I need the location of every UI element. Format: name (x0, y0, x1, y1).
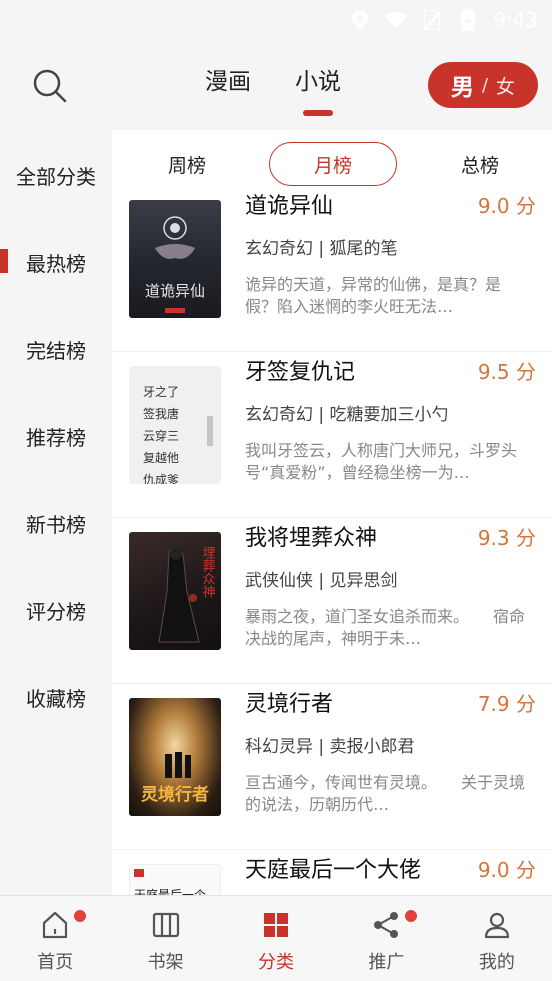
nav-category-label: 分类 (258, 952, 295, 973)
nav-home-label: 首页 (37, 952, 74, 973)
book-meta: 玄幻奇幻 | 吃糖要加三小勺 (245, 405, 449, 425)
sidebar-item-rating[interactable]: 评分榜 (0, 585, 112, 635)
book-cover: 灵境行者 (129, 698, 221, 816)
book-score: 7.9 分 (477, 692, 536, 716)
book-title: 灵境行者 (245, 692, 334, 717)
notification-badge (405, 910, 418, 922)
nav-bookshelf[interactable]: 书架 (110, 896, 220, 981)
book-score: 9.5 分 (477, 360, 536, 384)
bookshelf-icon (149, 908, 183, 942)
svg-text:牙之了: 牙之了 (143, 385, 179, 399)
sidebar-item-new-books[interactable]: 新书榜 (0, 498, 112, 548)
svg-text:仇成爹: 仇成爹 (143, 473, 179, 484)
top-bar: 漫画 小说 男 / 女 (0, 40, 552, 130)
book-meta: 玄幻奇幻 | 狐尾的笔 (245, 239, 398, 259)
category-sidebar: 全部分类 最热榜 完结榜 推荐榜 新书榜 评分榜 收藏榜 (0, 130, 112, 895)
book-item[interactable]: 天庭最后一个 天庭最后一个大佬 9.0 分 (112, 850, 552, 895)
ranking-period-tabs: 周榜 月榜 总榜 (112, 142, 552, 186)
book-title: 我将埋葬众神 (245, 526, 378, 551)
cover-title-text: 埋葬众神 (200, 546, 216, 598)
book-cover: 埋葬众神 (129, 532, 221, 650)
book-item[interactable]: 埋葬众神 我将埋葬众神 9.3 分 武侠仙侠 | 见异思剑 暴雨之夜，道门圣女追… (112, 518, 552, 684)
nav-category[interactable]: 分类 (221, 896, 331, 981)
book-title: 牙签复仇记 (245, 360, 356, 385)
gender-toggle[interactable]: 男 / 女 (428, 62, 538, 108)
search-icon (30, 69, 70, 110)
ranking-list: 周榜 月榜 总榜 道诡异仙 道诡异仙 9.0 分 玄幻奇幻 | 狐尾的笔 诡异的… (112, 130, 552, 895)
home-icon (38, 908, 72, 942)
profile-icon (480, 908, 514, 942)
svg-text:云穿三: 云穿三 (143, 428, 179, 443)
book-cover: 道诡异仙 (129, 200, 221, 318)
tab-weekly[interactable]: 周榜 (152, 142, 222, 186)
tab-novels[interactable]: 小说 (295, 62, 341, 96)
wifi-icon (385, 9, 408, 31)
cover-title-text: 灵境行者 (141, 784, 209, 805)
cover-title-text: 道诡异仙 (145, 282, 205, 300)
gender-male-label: 男 (450, 75, 474, 101)
book-score: 9.0 分 (477, 194, 536, 218)
sidebar-item-completed[interactable]: 完结榜 (0, 324, 112, 374)
nav-profile-label: 我的 (478, 952, 515, 973)
book-cover: 天庭最后一个 (129, 864, 221, 895)
nav-promote-label: 推广 (368, 952, 405, 973)
sidebar-item-favorites[interactable]: 收藏榜 (0, 672, 112, 722)
book-description: 我叫牙签云，人称唐门大师兄，斗罗头号“真爱粉”，曾经稳坐榜一为… (245, 441, 518, 482)
status-time: 9:43 (493, 8, 538, 32)
svg-text:复越他: 复越他 (143, 451, 179, 465)
book-title: 道诡异仙 (245, 194, 334, 219)
book-item[interactable]: 道诡异仙 道诡异仙 9.0 分 玄幻奇幻 | 狐尾的笔 诡异的天道，异常的仙佛，… (112, 186, 552, 352)
book-description: 诡异的天道，异常的仙佛，是真？是假？陷入迷惘的李火旺无法… (245, 275, 502, 316)
gender-female-label: 女 (496, 75, 516, 98)
notification-badge (74, 910, 86, 922)
category-icon (259, 908, 293, 942)
book-cover: 牙之了 签我唐 云穿三 复越他 仇成爹 (129, 366, 221, 484)
tab-monthly[interactable]: 月榜 (269, 142, 397, 186)
nav-home[interactable]: 首页 (0, 896, 110, 981)
book-description: 暴雨之夜，道门圣女追杀而来。 宿命决战的尾声，神明于未… (245, 607, 526, 648)
battery-charging-icon (457, 9, 479, 31)
nav-promote[interactable]: 推广 (331, 896, 441, 981)
book-description: 亘古通今，传闻世有灵境。 关于灵境的说法，历朝历代… (245, 773, 526, 814)
search-button[interactable] (30, 66, 70, 106)
share-icon (369, 908, 403, 942)
top-tabs: 漫画 小说 (205, 62, 341, 96)
no-sim-icon (421, 9, 443, 31)
sidebar-item-all-categories[interactable]: 全部分类 (0, 150, 112, 200)
book-item[interactable]: 灵境行者 灵境行者 7.9 分 科幻灵异 | 卖报小郎君 亘古通今，传闻世有灵境… (112, 684, 552, 850)
tab-all-time[interactable]: 总榜 (445, 142, 515, 186)
cover-title-text: 天庭最后一个 (134, 887, 206, 895)
bottom-navigation: 首页 书架 分类 推广 我的 (0, 895, 552, 981)
gender-separator: / (481, 74, 489, 96)
status-bar: 9:43 (0, 0, 552, 40)
book-meta: 武侠仙侠 | 见异思剑 (245, 571, 398, 591)
location-icon (349, 9, 371, 31)
sidebar-item-recommended[interactable]: 推荐榜 (0, 411, 112, 461)
sidebar-item-hottest[interactable]: 最热榜 (0, 237, 112, 287)
book-item[interactable]: 牙之了 签我唐 云穿三 复越他 仇成爹 牙签复仇记 9.5 分 玄幻奇幻 | 吃… (112, 352, 552, 518)
nav-bookshelf-label: 书架 (147, 952, 184, 973)
book-title: 天庭最后一个大佬 (245, 858, 422, 883)
tab-comics[interactable]: 漫画 (205, 62, 251, 96)
nav-profile[interactable]: 我的 (442, 896, 552, 981)
book-meta: 科幻灵异 | 卖报小郎君 (245, 737, 415, 757)
book-score: 9.0 分 (477, 858, 536, 882)
book-score: 9.3 分 (477, 526, 536, 550)
svg-text:签我唐: 签我唐 (143, 406, 179, 421)
